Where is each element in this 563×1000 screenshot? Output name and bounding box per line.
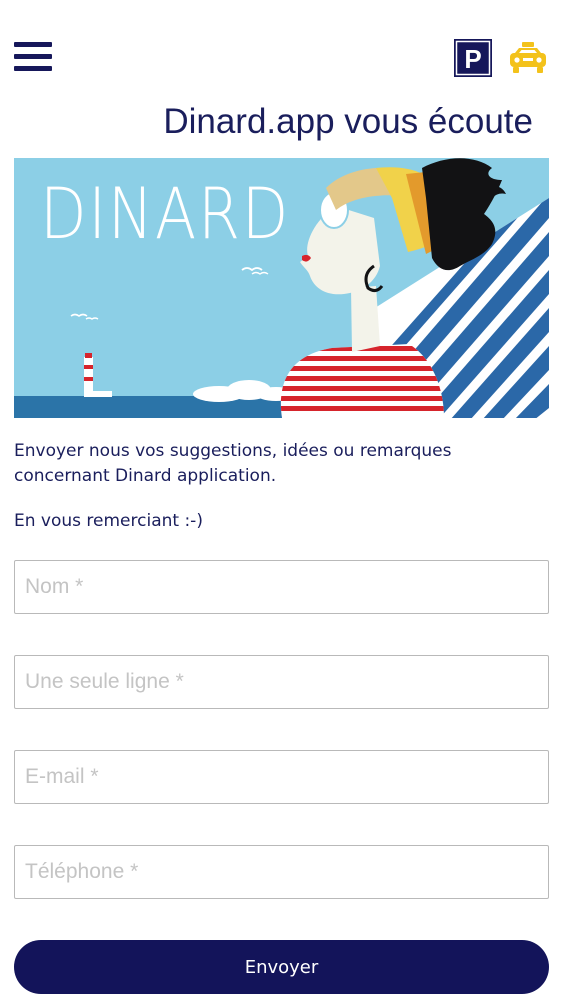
submit-button[interactable]: Envoyer bbox=[14, 940, 549, 994]
intro-text: Envoyer nous vos suggestions, idées ou r… bbox=[14, 441, 452, 486]
taxi-icon[interactable] bbox=[507, 40, 549, 76]
menu-line bbox=[14, 54, 52, 59]
parking-glyph: P bbox=[464, 44, 481, 74]
subject-field[interactable] bbox=[14, 655, 549, 709]
name-field[interactable] bbox=[14, 560, 549, 614]
banner-title: DINARD bbox=[40, 173, 290, 255]
hamburger-menu-icon[interactable] bbox=[14, 42, 52, 72]
parking-icon[interactable]: P bbox=[454, 39, 492, 77]
email-field[interactable] bbox=[14, 750, 549, 804]
phone-field[interactable] bbox=[14, 845, 549, 899]
top-bar: P bbox=[0, 0, 563, 100]
page-title: Dinard.app vous écoute bbox=[163, 102, 533, 141]
dinard-banner-image: DINARD bbox=[14, 158, 549, 418]
menu-line bbox=[14, 42, 52, 47]
thanks-text: En vous remerciant :-) bbox=[14, 511, 203, 531]
menu-line bbox=[14, 66, 52, 71]
